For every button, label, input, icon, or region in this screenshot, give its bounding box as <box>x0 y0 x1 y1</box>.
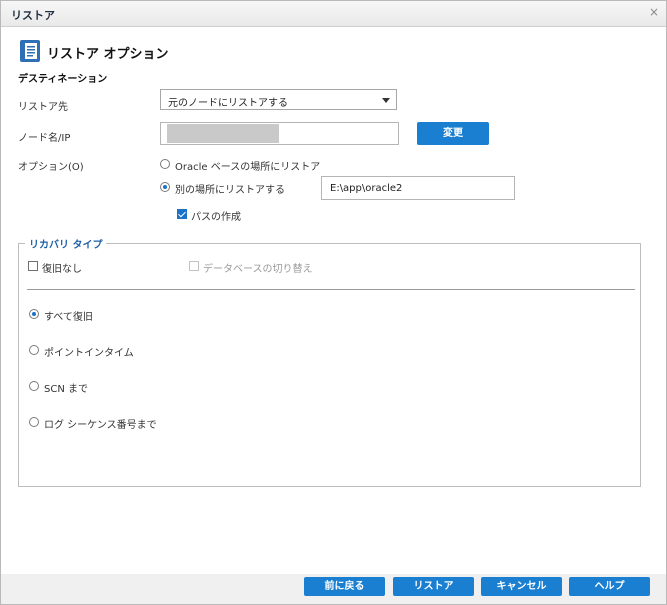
restore-to-label: リストア先 <box>18 102 68 113</box>
recovery-type-group <box>18 243 641 487</box>
back-button[interactable]: 前に戻る <box>304 577 385 596</box>
help-button[interactable]: ヘルプ <box>569 577 650 596</box>
close-icon[interactable]: × <box>649 5 659 19</box>
document-icon <box>20 40 40 62</box>
path-input[interactable]: E:\app\oracle2 <box>321 176 515 200</box>
switch-database-label: データベースの切り替え <box>203 264 313 275</box>
until-scn-radio[interactable] <box>29 381 39 391</box>
recover-all-radio[interactable] <box>29 309 39 319</box>
switch-database-checkbox <box>189 261 199 271</box>
cancel-button[interactable]: キャンセル <box>481 577 562 596</box>
restore-button[interactable]: リストア <box>393 577 474 596</box>
path-value: E:\app\oracle2 <box>330 183 403 194</box>
no-recovery-label: 復旧なし <box>42 264 82 275</box>
create-path-checkbox[interactable] <box>177 209 187 219</box>
change-button[interactable]: 変更 <box>417 122 489 145</box>
recover-all-label: すべて復旧 <box>44 312 93 323</box>
restore-dialog: リストア × リストア オプション デスティネーション リストア先 元のノードに… <box>0 0 667 605</box>
point-in-time-radio[interactable] <box>29 345 39 355</box>
create-path-label: パスの作成 <box>191 212 241 223</box>
page-title: リストア オプション <box>47 47 169 62</box>
oracle-base-label: Oracle ベースの場所にリストア <box>175 162 321 173</box>
until-log-sequence-radio[interactable] <box>29 417 39 427</box>
title-bar: リストア × <box>1 1 666 27</box>
node-name-field[interactable] <box>160 122 399 145</box>
button-bar: 前に戻る リストア キャンセル ヘルプ <box>1 574 666 604</box>
oracle-base-radio[interactable] <box>160 159 170 169</box>
restore-to-select[interactable]: 元のノードにリストアする <box>160 89 397 110</box>
window-title: リストア <box>11 9 55 22</box>
point-in-time-label: ポイントインタイム <box>44 348 134 359</box>
options-label: オプション(O) <box>18 162 84 173</box>
node-label: ノード名/IP <box>18 133 71 144</box>
redacted-value <box>167 124 279 143</box>
other-location-label: 別の場所にリストアする <box>175 185 285 196</box>
chevron-down-icon <box>382 98 390 103</box>
no-recovery-checkbox[interactable] <box>28 261 38 271</box>
restore-to-value: 元のノードにリストアする <box>168 98 288 109</box>
until-scn-label: SCN まで <box>44 384 88 395</box>
other-location-radio[interactable] <box>160 182 170 192</box>
destination-heading: デスティネーション <box>18 74 108 85</box>
divider <box>27 289 635 290</box>
until-log-sequence-label: ログ シーケンス番号まで <box>44 420 157 431</box>
recovery-type-legend: リカバリ タイプ <box>25 236 107 251</box>
